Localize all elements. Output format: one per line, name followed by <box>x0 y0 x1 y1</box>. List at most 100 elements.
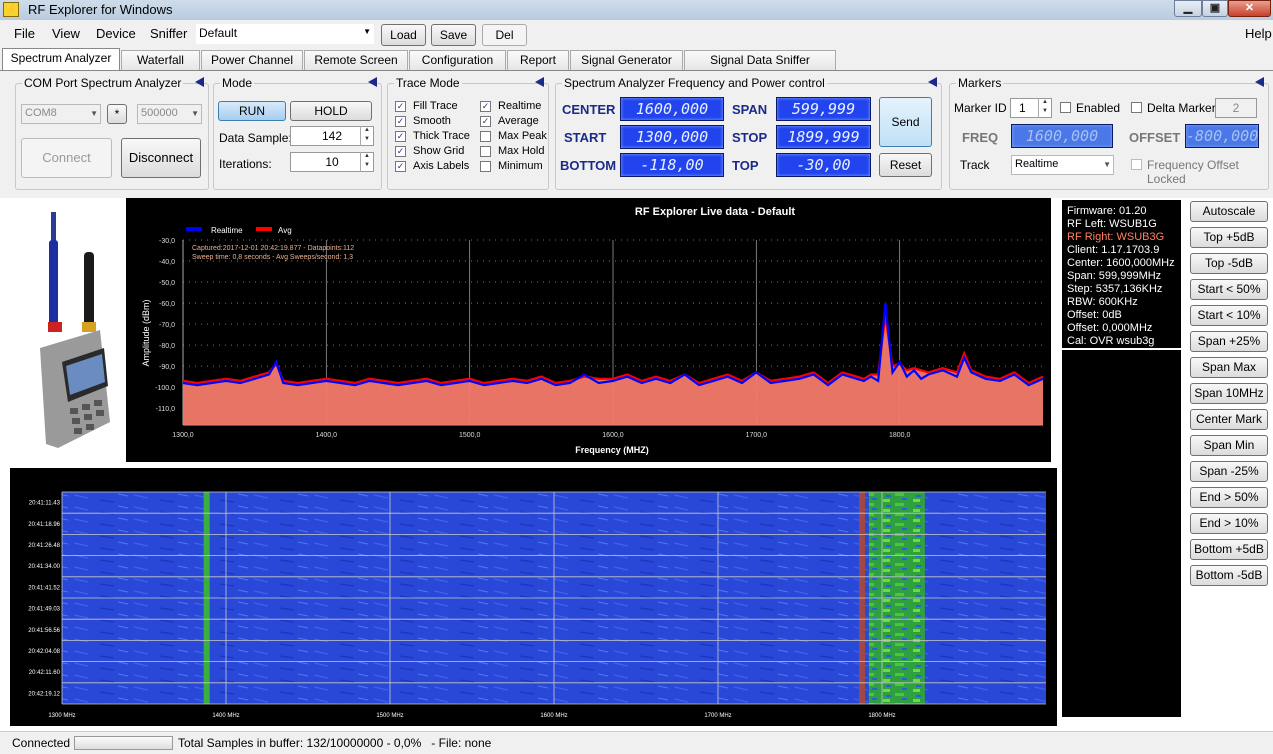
menu-device[interactable]: Device <box>96 26 136 41</box>
maximize-icon[interactable]: ▣ <box>1202 0 1228 17</box>
trace-checkbox[interactable]: ✓ <box>395 116 406 127</box>
markers-title: Markers <box>956 76 1004 90</box>
tab-configuration[interactable]: Configuration <box>409 50 506 70</box>
control-button[interactable]: Bottom -5dB <box>1190 565 1268 586</box>
enabled-checkbox[interactable] <box>1060 102 1071 113</box>
send-button[interactable]: Send <box>879 97 932 147</box>
center-input[interactable]: 1600,000 <box>620 97 724 121</box>
tab-power-channel[interactable]: Power Channel <box>201 50 303 70</box>
connect-button[interactable]: Connect <box>21 138 112 178</box>
menu-help[interactable]: Help <box>1245 26 1272 41</box>
delta-marker-label: Delta Marker <box>1147 101 1216 115</box>
hold-button[interactable]: HOLD <box>290 101 372 121</box>
track-select[interactable]: Realtime ▼ <box>1011 155 1114 175</box>
pin-icon[interactable] <box>1255 77 1264 87</box>
y-tick-label: -30,0 <box>159 238 175 245</box>
run-button[interactable]: RUN <box>218 101 286 121</box>
marker-freq-input[interactable]: 1600,000 <box>1011 124 1113 148</box>
com-port-select[interactable]: COM8 ▼ <box>21 104 101 124</box>
spectrum-chart-panel: RF Explorer Live data - Default Realtime… <box>126 198 1051 462</box>
spin-arrows-icon[interactable]: ▲ ▼ <box>360 152 373 172</box>
mode-group: Mode RUN HOLD Data Sample: 142 ▲ ▼ Iterat… <box>213 76 382 190</box>
trace-checkbox[interactable]: ✓ <box>395 146 406 157</box>
load-button[interactable]: Load <box>381 24 426 46</box>
info-line: Step: 5357,136KHz <box>1067 283 1163 295</box>
control-button[interactable]: Bottom +5dB <box>1190 539 1268 560</box>
trace-checkbox[interactable]: ✓ <box>395 101 406 112</box>
tab-remote-screen[interactable]: Remote Screen <box>304 50 408 70</box>
trace-checkbox[interactable]: ✓ <box>395 131 406 142</box>
y-tick-label: -40,0 <box>159 259 175 266</box>
control-button[interactable]: Span 10MHz <box>1190 383 1268 404</box>
top-input[interactable]: -30,00 <box>776 153 871 177</box>
control-button[interactable]: Top +5dB <box>1190 227 1268 248</box>
mode-title: Mode <box>220 76 255 90</box>
delta-marker-checkbox[interactable] <box>1131 102 1142 113</box>
trace-checkbox[interactable] <box>480 131 491 142</box>
baud-rate-value: 500000 <box>141 107 178 119</box>
control-button[interactable]: Center Mark <box>1190 409 1268 430</box>
profile-select[interactable]: Default ▼ <box>196 24 374 44</box>
close-icon[interactable]: ✕ <box>1228 0 1271 17</box>
control-button[interactable]: Span +25% <box>1190 331 1268 352</box>
stop-input[interactable]: 1899,999 <box>776 125 871 149</box>
disconnect-button[interactable]: Disconnect <box>121 138 201 178</box>
waterfall-chart[interactable]: 20:41:11.43 20:41:18.96 20:41:26.48 20:41:3… <box>10 468 1057 726</box>
offset-input[interactable]: -800,000 <box>1185 124 1259 148</box>
save-button[interactable]: Save <box>431 24 476 46</box>
x-tick-label: 1700,0 <box>746 432 768 439</box>
legend-realtime-label: Realtime <box>211 226 243 235</box>
pin-icon[interactable] <box>928 77 937 87</box>
control-button[interactable]: Start < 10% <box>1190 305 1268 326</box>
x-tick-label: 1800,0 <box>889 432 911 439</box>
trace-mode-group: Trace Mode ✓ Fill Trace ✓ Realtime ✓ Smooth ✓ A… <box>387 76 549 190</box>
span-input[interactable]: 599,999 <box>776 97 871 121</box>
control-button[interactable]: Autoscale <box>1190 201 1268 222</box>
pin-icon[interactable] <box>368 77 377 87</box>
info-line: Client: 1.17.1703.9 <box>1067 244 1160 256</box>
control-button[interactable]: Start < 50% <box>1190 279 1268 300</box>
spin-arrows-icon[interactable]: ▲ ▼ <box>360 126 373 146</box>
tab-spectrum-analyzer[interactable]: Spectrum Analyzer <box>2 48 120 71</box>
control-button[interactable]: End > 10% <box>1190 513 1268 534</box>
antenna-right <box>84 252 94 327</box>
trace-checkbox[interactable] <box>480 161 491 172</box>
pin-icon[interactable] <box>535 77 544 87</box>
spin-arrows-icon[interactable]: ▲ ▼ <box>1038 98 1051 118</box>
refresh-ports-button[interactable]: * <box>107 104 127 124</box>
trace-option-label: Axis Labels <box>413 160 470 172</box>
bottom-input[interactable]: -118,00 <box>620 153 724 177</box>
minimize-icon[interactable]: ▁ <box>1174 0 1202 17</box>
time-label: 20:41:49.03 <box>28 607 60 613</box>
delta-id-input[interactable]: 2 <box>1215 98 1257 118</box>
start-input[interactable]: 1300,000 <box>620 125 724 149</box>
trace-checkbox[interactable]: ✓ <box>480 116 491 127</box>
reset-button[interactable]: Reset <box>879 153 932 177</box>
legend-avg-swatch <box>256 227 272 231</box>
pin-icon[interactable] <box>195 77 204 87</box>
tab-signal-data-sniffer[interactable]: Signal Data Sniffer [BETA] <box>684 50 836 85</box>
control-button[interactable]: Span Max <box>1190 357 1268 378</box>
tab-signal-generator[interactable]: Signal Generator <box>570 50 683 70</box>
tab-report[interactable]: Report <box>507 50 569 70</box>
trace-checkbox[interactable]: ✓ <box>480 101 491 112</box>
offset-locked-checkbox[interactable] <box>1131 159 1142 170</box>
trace-checkbox[interactable]: ✓ <box>395 161 406 172</box>
menu-file[interactable]: File <box>14 26 35 41</box>
spectrum-chart[interactable]: RF Explorer Live data - Default Realtime… <box>126 198 1051 462</box>
control-button[interactable]: Span Min <box>1190 435 1268 456</box>
baud-rate-select[interactable]: 500000 ▼ <box>137 104 202 124</box>
info-line: Center: 1600,000MHz <box>1067 257 1175 269</box>
control-button[interactable]: End > 50% <box>1190 487 1268 508</box>
chevron-down-icon: ▼ <box>1103 160 1111 169</box>
marker-id-value: 1 <box>1019 101 1026 115</box>
span-label: SPAN <box>732 102 768 117</box>
antenna-connector-red <box>48 322 62 332</box>
trace-checkbox[interactable] <box>480 146 491 157</box>
control-button[interactable]: Span -25% <box>1190 461 1268 482</box>
control-button[interactable]: Top -5dB <box>1190 253 1268 274</box>
menu-view[interactable]: View <box>52 26 80 41</box>
del-button[interactable]: Del <box>482 24 527 46</box>
menu-sniffer[interactable]: Sniffer <box>150 26 187 41</box>
tab-waterfall[interactable]: Waterfall <box>121 50 200 70</box>
